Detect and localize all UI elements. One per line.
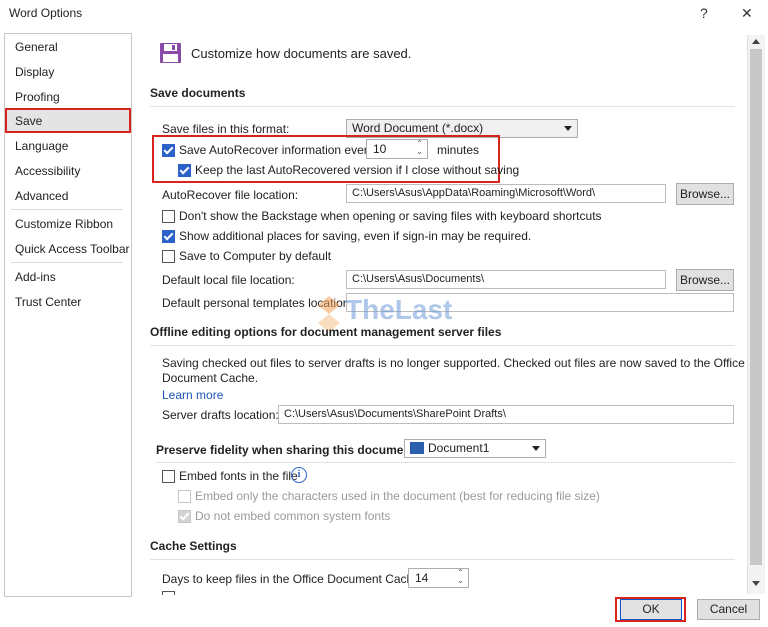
save-to-computer-checkbox[interactable] — [162, 250, 175, 263]
info-icon[interactable]: i — [291, 467, 307, 483]
watermark-text: TheLast — [345, 294, 453, 325]
cancel-button[interactable]: Cancel — [697, 599, 760, 620]
floppy-disk-icon — [159, 42, 182, 64]
nav-divider — [11, 262, 123, 263]
scroll-down-icon[interactable] — [752, 581, 760, 586]
section-divider — [150, 345, 735, 346]
spin-arrows-icon[interactable]: ⌃ ⌄ — [415, 140, 424, 158]
nav-item-general[interactable]: General — [5, 36, 129, 58]
autorecover-location-label: AutoRecover file location: — [162, 188, 299, 202]
autorecover-minutes-value: 10 — [373, 142, 387, 156]
nav-item-proofing[interactable]: Proofing — [5, 86, 129, 108]
nav-item-advanced[interactable]: Advanced — [5, 185, 129, 207]
cache-days-value: 14 — [415, 571, 429, 585]
keep-last-label: Keep the last AutoRecovered version if I… — [195, 163, 520, 177]
spin-arrows-icon[interactable]: ⌃ ⌄ — [456, 569, 465, 587]
page-header-text: Customize how documents are saved. — [191, 46, 412, 61]
scrollbar-thumb[interactable] — [750, 49, 762, 565]
minutes-label: minutes — [437, 143, 480, 157]
autorecover-minutes-spinner[interactable]: 10 ⌃ ⌄ — [366, 139, 428, 159]
cache-days-label: Days to keep files in the Office Documen… — [162, 572, 424, 586]
section-divider — [156, 462, 735, 463]
no-common-fonts-checkbox[interactable] — [178, 510, 191, 523]
save-to-computer-label: Save to Computer by default — [179, 249, 332, 263]
format-value: Word Document (*.docx) — [352, 121, 484, 135]
nav-divider — [11, 209, 123, 210]
keep-last-checkbox[interactable] — [178, 164, 191, 177]
save-highlight-box — [5, 108, 131, 133]
autorecover-checkbox[interactable] — [162, 144, 175, 157]
learn-more-link[interactable]: Learn more — [162, 388, 223, 402]
section-divider — [150, 106, 735, 107]
scroll-up-icon[interactable] — [752, 39, 760, 44]
default-local-browse-button[interactable]: Browse... — [676, 269, 734, 291]
section-cache-settings: Cache Settings — [150, 539, 237, 553]
embed-fonts-label: Embed fonts in the file — [179, 469, 298, 483]
default-local-label: Default local file location: — [162, 273, 295, 287]
nav-item-quick-access-toolbar[interactable]: Quick Access Toolbar — [5, 238, 130, 260]
nav-item-customize-ribbon[interactable]: Customize Ribbon — [5, 213, 129, 235]
offline-description-line1: Saving checked out files to server draft… — [162, 356, 745, 370]
nav-item-accessibility[interactable]: Accessibility — [5, 160, 129, 182]
help-button[interactable]: ? — [700, 5, 708, 21]
offline-description-line2: Document Cache. — [162, 371, 259, 385]
window-title: Word Options — [9, 6, 83, 20]
section-preserve-fidelity: Preserve fidelity when sharing this docu… — [156, 443, 419, 457]
nav-item-add-ins[interactable]: Add-ins — [5, 266, 129, 288]
additional-places-checkbox[interactable] — [162, 230, 175, 243]
section-save-documents: Save documents — [150, 86, 246, 100]
backstage-checkbox[interactable] — [162, 210, 175, 223]
fidelity-document-dropdown[interactable]: Document1 — [404, 439, 546, 458]
cache-days-spinner[interactable]: 14 ⌃ ⌄ — [408, 568, 469, 588]
format-label: Save files in this format: — [162, 122, 290, 136]
server-drafts-field[interactable]: C:\Users\Asus\Documents\SharePoint Draft… — [278, 405, 734, 424]
no-common-fonts-label: Do not embed common system fonts — [195, 509, 391, 523]
chevron-down-icon — [532, 446, 540, 451]
fidelity-document-value: Document1 — [428, 441, 490, 455]
server-drafts-label: Server drafts location: — [162, 408, 279, 422]
word-document-icon — [410, 441, 424, 454]
chevron-down-icon — [564, 126, 572, 131]
embed-fonts-checkbox[interactable] — [162, 470, 175, 483]
nav-item-language[interactable]: Language — [5, 135, 129, 157]
section-offline-editing: Offline editing options for document man… — [150, 325, 502, 339]
vertical-scrollbar[interactable] — [747, 35, 765, 594]
embed-only-label: Embed only the characters used in the do… — [195, 489, 600, 503]
nav-item-display[interactable]: Display — [5, 61, 129, 83]
close-button[interactable]: ✕ — [741, 5, 753, 22]
autorecover-location-field[interactable]: C:\Users\Asus\AppData\Roaming\Microsoft\… — [346, 184, 666, 203]
ok-button[interactable]: OK — [620, 599, 682, 620]
default-local-field[interactable]: C:\Users\Asus\Documents\ — [346, 270, 666, 289]
backstage-label: Don't show the Backstage when opening or… — [179, 209, 602, 223]
autorecover-browse-button[interactable]: Browse... — [676, 183, 734, 205]
embed-only-checkbox[interactable] — [178, 490, 191, 503]
partial-checkbox[interactable] — [162, 591, 175, 595]
nav-item-trust-center[interactable]: Trust Center — [5, 291, 129, 313]
additional-places-label: Show additional places for saving, even … — [179, 229, 532, 243]
autorecover-label: Save AutoRecover information every — [179, 143, 374, 157]
section-divider — [150, 559, 735, 560]
